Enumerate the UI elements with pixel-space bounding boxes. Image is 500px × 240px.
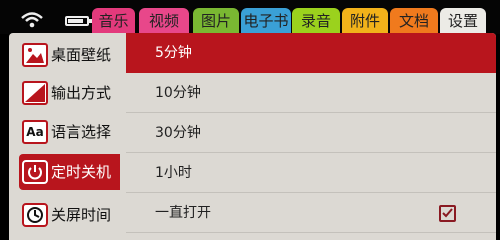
sidebar-item-wallpaper[interactable]: 桌面壁纸: [19, 37, 120, 73]
clock-icon: [22, 203, 48, 227]
sidebar-item-label: 定时关机: [51, 163, 112, 181]
option-30-minutes[interactable]: 30分钟: [126, 113, 496, 153]
power-icon: [22, 160, 48, 184]
wallpaper-icon: [22, 43, 48, 67]
settings-panel: 桌面壁纸 输出方式 Aa 语言选择 定时关机 关屏时间 5分钟 10分钟 30分…: [9, 33, 496, 240]
option-1-hour[interactable]: 1小时: [126, 153, 496, 193]
tab-video[interactable]: 视频: [139, 8, 189, 34]
sidebar-item-language[interactable]: Aa 语言选择: [19, 114, 120, 150]
sidebar-item-label: 桌面壁纸: [51, 46, 112, 64]
tab-documents-label: 文档: [398, 12, 429, 30]
battery-icon: [65, 16, 92, 26]
sidebar-item-timed-shutdown[interactable]: 定时关机: [19, 154, 120, 190]
sidebar-item-label: 关屏时间: [51, 206, 112, 224]
option-label: 一直打开: [155, 205, 211, 221]
sidebar-item-label: 语言选择: [51, 123, 112, 141]
tab-recording[interactable]: 录音: [292, 8, 340, 34]
tab-settings-label: 设置: [447, 12, 478, 30]
option-label: 30分钟: [155, 125, 201, 141]
top-tab-bar: 音乐 视频 图片 电子书 录音 附件 文档 设置: [0, 0, 500, 34]
tab-video-label: 视频: [148, 12, 179, 30]
sidebar-item-output[interactable]: 输出方式: [19, 75, 120, 111]
option-always-on[interactable]: 一直打开: [126, 193, 496, 233]
tab-settings[interactable]: 设置: [440, 8, 486, 34]
option-10-minutes[interactable]: 10分钟: [126, 73, 496, 113]
tab-pictures-label: 图片: [200, 12, 231, 30]
battery-fill: [68, 19, 83, 23]
sidebar-item-label: 输出方式: [51, 84, 112, 102]
home-wifi-icon[interactable]: [20, 10, 44, 28]
tab-documents[interactable]: 文档: [390, 8, 438, 34]
option-list: 5分钟 10分钟 30分钟 1小时 一直打开: [126, 33, 496, 240]
tab-attachments[interactable]: 附件: [342, 8, 388, 34]
output-icon: [22, 81, 48, 105]
option-label: 10分钟: [155, 85, 201, 101]
language-icon: Aa: [22, 120, 48, 144]
tab-attachments-label: 附件: [349, 12, 380, 30]
tab-pictures[interactable]: 图片: [193, 8, 239, 34]
always-on-checkbox[interactable]: [439, 205, 456, 222]
option-label: 5分钟: [155, 45, 192, 61]
tab-recording-label: 录音: [300, 12, 331, 30]
option-label: 1小时: [155, 165, 192, 181]
sidebar-item-screen-off-time[interactable]: 关屏时间: [19, 197, 120, 233]
tab-ebook-label: 电子书: [243, 12, 289, 30]
settings-sidebar: 桌面壁纸 输出方式 Aa 语言选择 定时关机 关屏时间: [9, 33, 120, 240]
option-5-minutes[interactable]: 5分钟: [126, 33, 496, 73]
tab-music-label: 音乐: [98, 12, 129, 30]
tab-ebook[interactable]: 电子书: [241, 8, 291, 34]
tab-music[interactable]: 音乐: [92, 8, 135, 34]
